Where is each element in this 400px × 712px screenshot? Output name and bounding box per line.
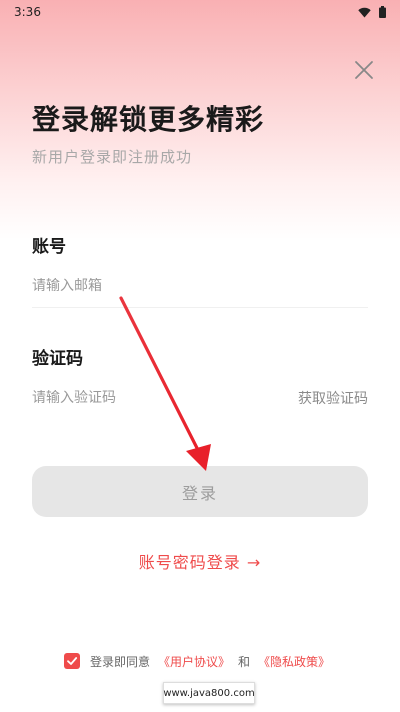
email-input[interactable] xyxy=(32,277,252,294)
status-bar: 3:36 xyxy=(0,0,400,24)
close-icon xyxy=(355,61,373,79)
agreement-checkbox[interactable] xyxy=(64,653,80,669)
wifi-icon xyxy=(358,7,371,17)
login-button[interactable]: 登录 xyxy=(32,466,368,517)
close-button[interactable] xyxy=(350,56,378,84)
verification-code-label: 验证码 xyxy=(32,349,83,369)
status-time: 3:36 xyxy=(14,5,41,19)
page-subtitle: 新用户登录即注册成功 xyxy=(32,148,193,166)
page-title: 登录解锁更多精彩 xyxy=(32,103,265,136)
agreement-and: 和 xyxy=(238,654,251,669)
check-icon xyxy=(67,657,78,665)
privacy-policy-link[interactable]: 《隐私政策》 xyxy=(258,653,330,670)
password-login-link[interactable]: 账号密码登录 → xyxy=(0,549,400,573)
verification-code-row: 获取验证码 xyxy=(32,376,368,420)
agreement-prefix: 登录即同意 xyxy=(90,654,151,669)
get-code-button[interactable]: 获取验证码 xyxy=(298,388,368,408)
status-icons xyxy=(358,6,386,18)
verification-code-input[interactable] xyxy=(32,390,252,406)
battery-icon xyxy=(379,6,386,18)
user-agreement-link[interactable]: 《用户协议》 xyxy=(158,653,230,670)
account-row xyxy=(32,264,368,308)
watermark: www.java800.com xyxy=(163,682,255,704)
agreement-row: 登录即同意 《用户协议》 和 《隐私政策》 xyxy=(64,651,330,671)
account-label: 账号 xyxy=(32,237,66,257)
